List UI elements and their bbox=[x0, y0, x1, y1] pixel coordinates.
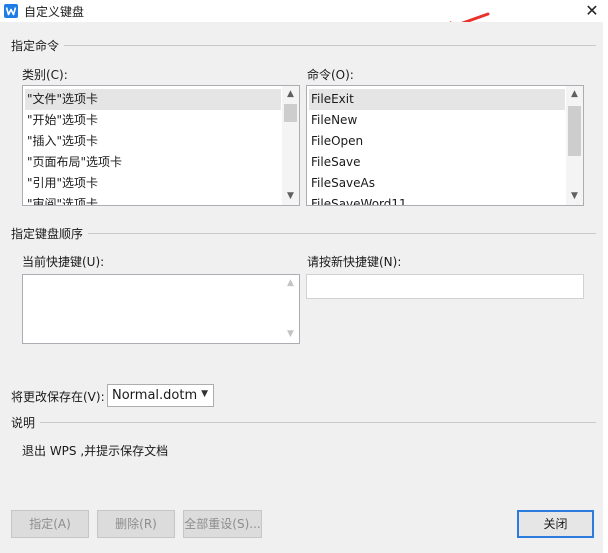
chevron-down-icon: ▼ bbox=[201, 389, 208, 399]
command-item[interactable]: FileNew bbox=[309, 110, 565, 131]
current-keys-label: 当前快捷键(U): bbox=[22, 255, 105, 269]
wps-app-icon bbox=[4, 4, 18, 18]
category-item[interactable]: "插入"选项卡 bbox=[25, 131, 281, 152]
commands-scrollbar[interactable]: ▲ ▼ bbox=[566, 86, 583, 205]
command-item[interactable]: FileSaveAs bbox=[309, 173, 565, 194]
command-item[interactable]: FileSave bbox=[309, 152, 565, 173]
new-shortcut-input[interactable] bbox=[306, 274, 584, 299]
remove-button[interactable]: 删除(R) bbox=[97, 510, 175, 538]
scroll-down-icon[interactable]: ▼ bbox=[566, 188, 583, 205]
window-title: 自定义键盘 bbox=[24, 5, 85, 19]
assign-button[interactable]: 指定(A) bbox=[11, 510, 89, 538]
close-button[interactable]: 关闭 bbox=[517, 510, 594, 538]
scroll-thumb[interactable] bbox=[568, 106, 581, 156]
category-item[interactable]: "文件"选项卡 bbox=[25, 89, 281, 110]
command-item[interactable]: FileSaveWord11 bbox=[309, 194, 565, 205]
categories-listbox[interactable]: "文件"选项卡 "开始"选项卡 "插入"选项卡 "页面布局"选项卡 "引用"选项卡 "审阅… bbox=[22, 85, 300, 206]
categories-list: "文件"选项卡 "开始"选项卡 "插入"选项卡 "页面布局"选项卡 "引用"选项卡 "审阅… bbox=[25, 89, 281, 205]
category-item[interactable]: "页面布局"选项卡 bbox=[25, 152, 281, 173]
commands-listbox[interactable]: FileExit FileNew FileOpen FileSave FileSaveA… bbox=[306, 85, 584, 206]
description-heading: 说明 bbox=[11, 416, 36, 430]
categories-scrollbar[interactable]: ▲ ▼ bbox=[282, 86, 299, 205]
section-divider bbox=[64, 45, 596, 46]
scroll-up-icon[interactable]: ▲ bbox=[282, 275, 299, 292]
current-keys-listbox[interactable]: ▲ ▼ bbox=[22, 274, 300, 344]
current-keys-scrollbar[interactable]: ▲ ▼ bbox=[282, 275, 299, 343]
save-in-value: Normal.dotm bbox=[112, 388, 198, 403]
scroll-down-icon[interactable]: ▼ bbox=[282, 326, 299, 343]
category-item[interactable]: "开始"选项卡 bbox=[25, 110, 281, 131]
scroll-down-icon[interactable]: ▼ bbox=[282, 188, 299, 205]
assign-command-heading: 指定命令 bbox=[11, 39, 60, 53]
scroll-up-icon[interactable]: ▲ bbox=[282, 86, 299, 103]
window-edge bbox=[603, 22, 608, 553]
category-item[interactable]: "审阅"选项卡 bbox=[25, 194, 281, 205]
scroll-thumb[interactable] bbox=[284, 104, 297, 122]
commands-label: 命令(O): bbox=[307, 68, 354, 82]
save-in-dropdown[interactable]: Normal.dotm ▼ bbox=[107, 384, 214, 407]
save-in-label: 将更改保存在(V): bbox=[11, 390, 105, 404]
categories-label: 类别(C): bbox=[22, 68, 68, 82]
scroll-up-icon[interactable]: ▲ bbox=[566, 86, 583, 103]
command-item[interactable]: FileExit bbox=[309, 89, 565, 110]
section-divider bbox=[88, 233, 596, 234]
section-divider bbox=[40, 422, 596, 423]
description-text: 退出 WPS ,并提示保存文档 bbox=[22, 444, 169, 458]
assign-shortcut-heading: 指定键盘顺序 bbox=[11, 227, 84, 241]
reset-all-button[interactable]: 全部重设(S)... bbox=[183, 510, 262, 538]
command-item[interactable]: FileOpen bbox=[309, 131, 565, 152]
title-bar: 自定义键盘 ✕ bbox=[0, 0, 608, 22]
category-item[interactable]: "引用"选项卡 bbox=[25, 173, 281, 194]
close-icon[interactable]: ✕ bbox=[582, 1, 602, 20]
commands-list: FileExit FileNew FileOpen FileSave FileSaveA… bbox=[309, 89, 565, 205]
new-key-label: 请按新快捷键(N): bbox=[307, 255, 402, 269]
